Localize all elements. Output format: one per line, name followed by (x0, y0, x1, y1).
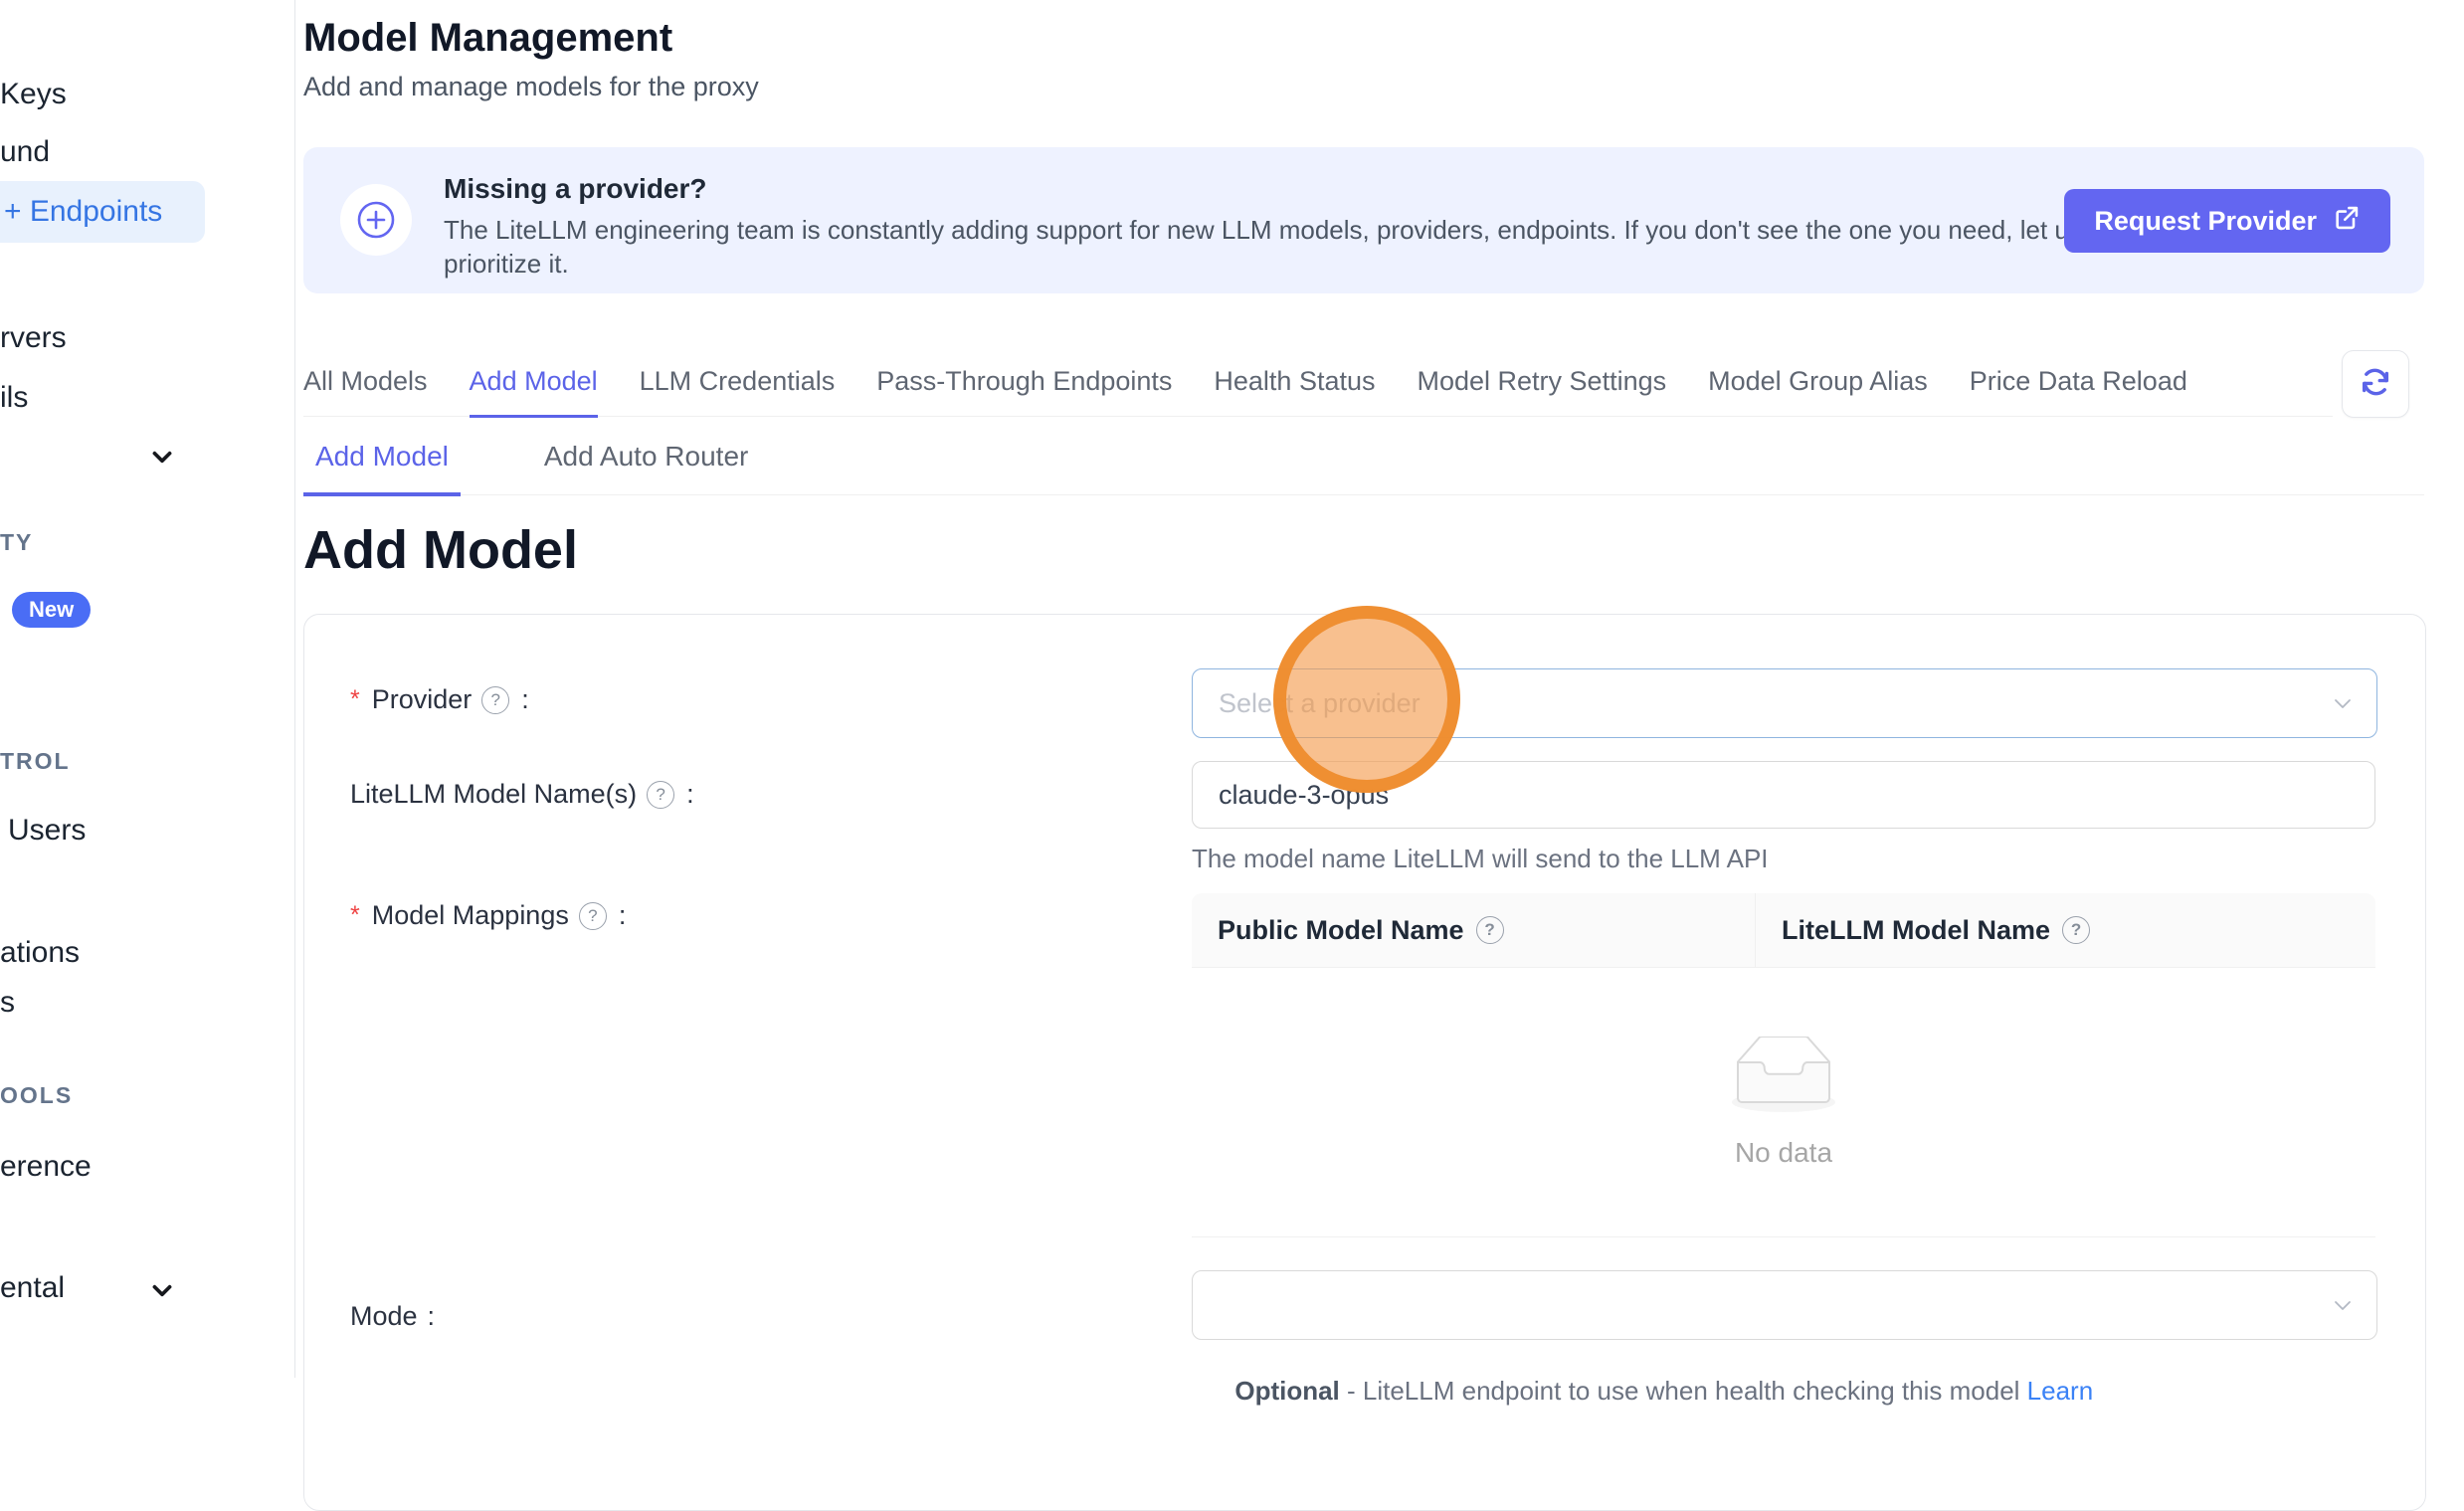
sidebar-item-rvers[interactable]: rvers (0, 321, 67, 355)
chevron-down-icon (2331, 1293, 2355, 1322)
no-data-text: No data (1735, 1137, 1832, 1169)
request-provider-label: Request Provider (2094, 206, 2317, 237)
chevron-down-icon[interactable] (149, 444, 171, 466)
tab-model-group-alias[interactable]: Model Group Alias (1708, 366, 1928, 416)
empty-state: No data (1192, 968, 2375, 1236)
provider-select[interactable]: Select a provider (1192, 668, 2377, 738)
model-management-page: Keys und + Endpoints rvers ils TY New TR… (0, 0, 2464, 1378)
empty-box-icon (1720, 1037, 1847, 1123)
model-mappings-label: * Model Mappings ? : (350, 900, 626, 931)
chevron-down-icon[interactable] (149, 1277, 171, 1299)
litellm-model-name-label: LiteLLM Model Name(s) ? : (350, 779, 694, 810)
model-mappings-table: Public Model Name ? LiteLLM Model Name ?… (1192, 893, 2375, 1237)
model-mappings-label-text: Model Mappings (372, 900, 569, 931)
tab-pass-through-endpoints[interactable]: Pass-Through Endpoints (876, 366, 1172, 416)
litellm-model-name-column: LiteLLM Model Name ? (1756, 893, 2375, 967)
colon: : (521, 684, 529, 715)
mode-help-optional: Optional (1234, 1376, 1339, 1406)
tab-model-retry-settings[interactable]: Model Retry Settings (1418, 366, 1667, 416)
plus-circle-icon (340, 184, 412, 256)
question-circle-icon[interactable]: ? (647, 781, 674, 809)
colon: : (619, 900, 627, 931)
required-asterisk: * (350, 685, 360, 714)
sidebar-item-ental[interactable]: ental (0, 1271, 65, 1305)
sidebar-item-ations[interactable]: ations (0, 936, 80, 970)
main-content: Model Management Add and manage models f… (295, 0, 2464, 1378)
tab-llm-credentials[interactable]: LLM Credentials (640, 366, 836, 416)
new-badge: New (12, 592, 91, 628)
subtab-add-model[interactable]: Add Model (303, 441, 461, 496)
question-circle-icon[interactable]: ? (1476, 916, 1504, 944)
public-model-name-column: Public Model Name ? (1192, 893, 1756, 967)
litellm-model-name-label-text: LiteLLM Model Name(s) (350, 779, 637, 810)
missing-provider-banner: Missing a provider? The LiteLLM engineer… (303, 147, 2424, 293)
chevron-down-icon (2331, 691, 2355, 720)
sidebar-item-endpoints[interactable]: + Endpoints (0, 181, 205, 243)
required-asterisk: * (350, 901, 360, 930)
question-circle-icon[interactable]: ? (2062, 916, 2090, 944)
litellm-model-name-input[interactable] (1192, 761, 2375, 829)
learn-more-link[interactable]: Learn (2027, 1376, 2094, 1406)
question-circle-icon[interactable]: ? (579, 902, 607, 930)
sidebar: Keys und + Endpoints rvers ils TY New TR… (0, 0, 295, 1378)
subtab-add-auto-router[interactable]: Add Auto Router (532, 441, 760, 494)
add-model-subtabs: Add Model Add Auto Router (303, 441, 2424, 495)
public-model-name-header-text: Public Model Name (1218, 915, 1464, 946)
mode-label-text: Mode (350, 1301, 418, 1332)
sidebar-item-ils[interactable]: ils (0, 381, 28, 415)
external-link-icon (2333, 204, 2361, 239)
tab-price-data-reload[interactable]: Price Data Reload (1970, 366, 2187, 416)
refresh-icon (2359, 365, 2392, 404)
colon: : (686, 779, 694, 810)
mode-help: Optional - LiteLLM endpoint to use when … (1192, 1345, 2093, 1437)
add-model-heading: Add Model (303, 519, 578, 581)
banner-title: Missing a provider? (444, 173, 707, 205)
provider-select-placeholder: Select a provider (1219, 688, 1421, 719)
provider-label: * Provider ? : (350, 684, 529, 715)
sidebar-section-trol: TROL (0, 748, 71, 775)
question-circle-icon[interactable]: ? (481, 686, 509, 714)
page-subtitle: Add and manage models for the proxy (303, 72, 759, 102)
mode-select[interactable] (1192, 1270, 2377, 1340)
sidebar-item-keys[interactable]: Keys (0, 78, 67, 111)
sidebar-item-erence[interactable]: erence (0, 1150, 92, 1184)
sidebar-item-und[interactable]: und (0, 135, 50, 169)
sidebar-item-endpoints-label: + Endpoints (4, 195, 162, 229)
page-title: Model Management (303, 16, 672, 61)
sidebar-item-users[interactable]: Users (8, 814, 86, 848)
model-mappings-header: Public Model Name ? LiteLLM Model Name ? (1192, 893, 2375, 968)
litellm-model-name-help: The model name LiteLLM will send to the … (1192, 844, 1769, 874)
sidebar-item-s[interactable]: s (0, 986, 15, 1020)
tab-add-model[interactable]: Add Model (470, 366, 598, 418)
sidebar-section-ools: OOLS (0, 1082, 73, 1109)
litellm-model-name-header-text: LiteLLM Model Name (1782, 915, 2050, 946)
provider-label-text: Provider (372, 684, 473, 715)
colon: : (428, 1301, 436, 1332)
request-provider-button[interactable]: Request Provider (2064, 189, 2390, 253)
model-tabs: All Models Add Model LLM Credentials Pas… (303, 366, 2333, 417)
mode-help-text: - LiteLLM endpoint to use when health ch… (1340, 1376, 2027, 1406)
tab-health-status[interactable]: Health Status (1214, 366, 1375, 416)
tab-all-models[interactable]: All Models (303, 366, 428, 416)
sidebar-section-ty: TY (0, 529, 33, 556)
refresh-button[interactable] (2342, 350, 2409, 418)
mode-label: Mode : (350, 1301, 435, 1332)
